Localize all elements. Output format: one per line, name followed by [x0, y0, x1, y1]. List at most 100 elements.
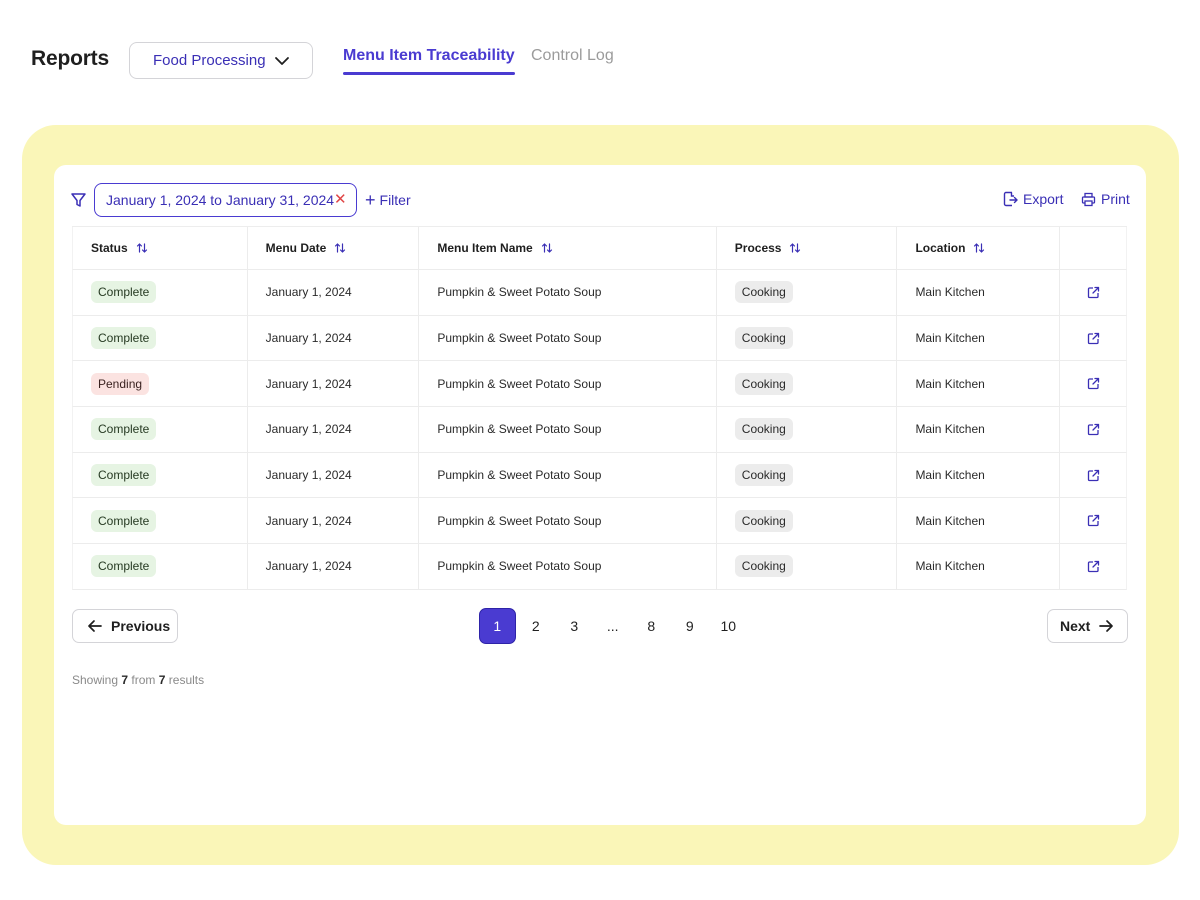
process-badge: Cooking — [734, 281, 793, 304]
sort-icon[interactable] — [789, 242, 801, 254]
next-button[interactable]: Next — [1047, 609, 1128, 643]
menu-item-name-cell: Pumpkin & Sweet Potato Soup — [419, 361, 717, 407]
export-icon — [1003, 191, 1018, 207]
add-filter-label: Filter — [379, 192, 411, 208]
open-cell — [1060, 407, 1126, 452]
column-header-actions — [1060, 227, 1126, 269]
location-cell: Main Kitchen — [897, 452, 1061, 498]
chevron-down-icon — [275, 57, 289, 65]
add-filter-button[interactable]: + Filter — [365, 190, 411, 210]
plus-icon: + — [365, 190, 376, 210]
previous-label: Previous — [111, 618, 171, 634]
process-cell: Cooking — [717, 452, 898, 498]
printer-icon — [1081, 192, 1096, 206]
tab-control-log[interactable]: Control Log — [531, 47, 614, 65]
arrow-left-icon — [88, 620, 102, 632]
page-header: Reports Food Processing Menu Item Tracea… — [0, 0, 1200, 110]
process-badge: Cooking — [734, 418, 793, 441]
sort-icon[interactable] — [136, 242, 148, 254]
table-row[interactable]: Complete January 1, 2024 Pumpkin & Sweet P… — [72, 452, 1127, 499]
export-button[interactable]: Export — [1003, 191, 1063, 207]
print-button[interactable]: Print — [1081, 191, 1130, 207]
process-badge: Cooking — [734, 372, 793, 395]
status-badge: Pending — [91, 372, 150, 395]
process-cell: Cooking — [717, 315, 898, 361]
status-cell: Complete — [73, 315, 248, 361]
date-range-chip[interactable]: January 1, 2024 to January 31, 2024 ✕ — [94, 183, 357, 217]
process-cell: Cooking — [717, 407, 898, 452]
table-row[interactable]: Complete January 1, 2024 Pumpkin & Sweet P… — [72, 407, 1127, 453]
table-row[interactable]: Pending January 1, 2024 Pumpkin & Sweet Po… — [72, 361, 1127, 408]
page-ellipsis: ... — [606, 618, 619, 634]
close-icon[interactable]: ✕ — [334, 192, 347, 207]
sort-icon[interactable] — [541, 242, 553, 254]
page-1[interactable]: 1 — [479, 608, 516, 644]
location-cell: Main Kitchen — [897, 270, 1061, 315]
external-link-icon[interactable] — [1087, 514, 1100, 527]
menu-item-name-cell: Pumpkin & Sweet Potato Soup — [419, 315, 717, 361]
column-header-location[interactable]: Location — [897, 227, 1061, 269]
external-link-icon[interactable] — [1087, 377, 1100, 390]
table-row[interactable]: Complete January 1, 2024 Pumpkin & Sweet P… — [72, 544, 1127, 590]
arrow-right-icon — [1099, 620, 1114, 632]
tab-menu-item-traceability[interactable]: Menu Item Traceability — [343, 47, 515, 75]
column-header-menu-item-name[interactable]: Menu Item Name — [419, 227, 717, 269]
external-link-icon[interactable] — [1087, 469, 1100, 482]
page-2[interactable]: 2 — [518, 608, 555, 644]
funnel-icon[interactable] — [70, 192, 87, 208]
page-9[interactable]: 9 — [672, 608, 709, 644]
location-cell: Main Kitchen — [897, 315, 1061, 361]
open-cell — [1060, 361, 1126, 406]
next-label: Next — [1060, 618, 1091, 634]
status-badge: Complete — [91, 418, 157, 441]
table-header-row: Status Menu Date Menu Item Name Process … — [72, 227, 1127, 270]
date-range-text: January 1, 2024 to January 31, 2024 — [106, 192, 335, 208]
status-badge: Complete — [91, 327, 157, 350]
status-cell: Complete — [73, 544, 248, 589]
results-summary: Showing 7 from 7 results — [72, 673, 205, 687]
sort-icon[interactable] — [973, 242, 985, 254]
traceability-table: Status Menu Date Menu Item Name Process … — [72, 226, 1127, 590]
location-cell: Main Kitchen — [897, 407, 1061, 452]
open-cell — [1060, 453, 1126, 498]
previous-button[interactable]: Previous — [72, 609, 178, 643]
menu-date-cell: January 1, 2024 — [248, 270, 420, 315]
external-link-icon[interactable] — [1087, 560, 1100, 573]
status-cell: Complete — [73, 270, 248, 315]
external-link-icon[interactable] — [1087, 332, 1100, 345]
export-label: Export — [1023, 191, 1064, 207]
department-select[interactable]: Food Processing — [129, 42, 313, 79]
menu-item-name-cell: Pumpkin & Sweet Potato Soup — [419, 270, 717, 315]
status-badge: Complete — [91, 555, 157, 578]
table-body: Complete January 1, 2024 Pumpkin & Sweet P… — [72, 270, 1127, 590]
process-badge: Cooking — [734, 555, 793, 578]
status-cell: Pending — [73, 361, 248, 407]
page-3[interactable]: 3 — [556, 608, 593, 644]
column-header-menu-date[interactable]: Menu Date — [248, 227, 420, 269]
external-link-icon[interactable] — [1087, 423, 1100, 436]
menu-item-name-cell: Pumpkin & Sweet Potato Soup — [419, 407, 717, 452]
page-10[interactable]: 10 — [710, 608, 747, 644]
open-cell — [1060, 270, 1126, 315]
page-8[interactable]: 8 — [633, 608, 670, 644]
table-row[interactable]: Complete January 1, 2024 Pumpkin & Sweet P… — [72, 315, 1127, 362]
location-cell: Main Kitchen — [897, 361, 1061, 407]
page-title: Reports — [31, 47, 109, 70]
table-row[interactable]: Complete January 1, 2024 Pumpkin & Sweet P… — [72, 270, 1127, 316]
status-cell: Complete — [73, 498, 248, 544]
status-cell: Complete — [73, 452, 248, 498]
status-badge: Complete — [91, 281, 157, 304]
column-header-status[interactable]: Status — [73, 227, 248, 269]
table-row[interactable]: Complete January 1, 2024 Pumpkin & Sweet P… — [72, 498, 1127, 545]
column-header-process[interactable]: Process — [717, 227, 898, 269]
print-label: Print — [1101, 191, 1130, 207]
sort-icon[interactable] — [334, 242, 346, 254]
total-count: 7 — [158, 673, 166, 687]
external-link-icon[interactable] — [1087, 286, 1100, 299]
menu-item-name-cell: Pumpkin & Sweet Potato Soup — [419, 452, 717, 498]
process-cell: Cooking — [717, 361, 898, 407]
status-badge: Complete — [91, 509, 157, 532]
menu-date-cell: January 1, 2024 — [248, 407, 420, 452]
menu-item-name-cell: Pumpkin & Sweet Potato Soup — [419, 544, 717, 589]
process-cell: Cooking — [717, 270, 898, 315]
